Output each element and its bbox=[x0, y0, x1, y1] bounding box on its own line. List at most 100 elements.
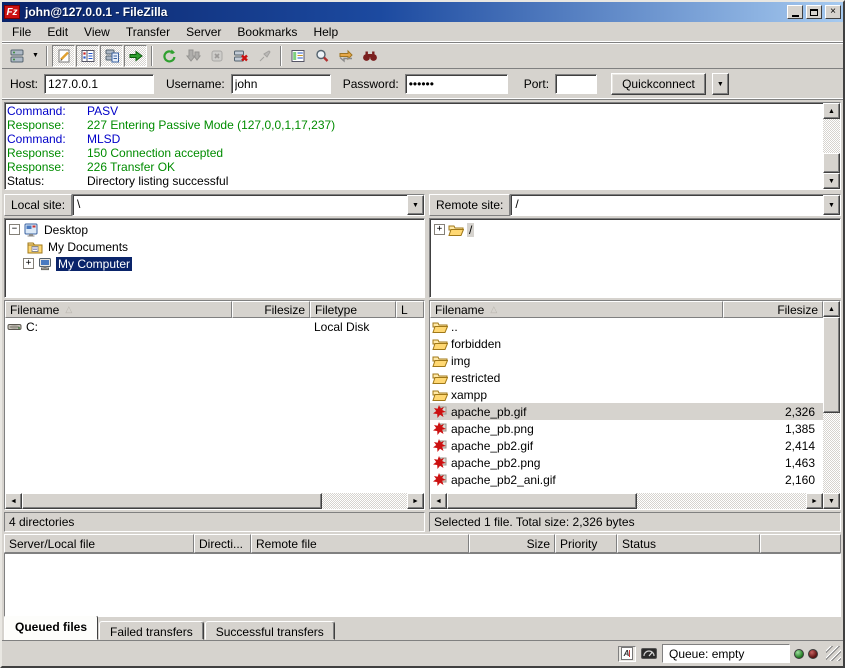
column-header-last-modified[interactable]: L bbox=[396, 301, 424, 318]
port-input[interactable] bbox=[555, 74, 597, 94]
tree-item-my-documents[interactable]: My Documents bbox=[5, 238, 424, 255]
remote-directory-tree[interactable]: + / bbox=[429, 218, 841, 298]
menu-help[interactable]: Help bbox=[305, 23, 346, 41]
remote-site-combobox[interactable]: / ▼ bbox=[510, 194, 841, 216]
scrollbar-track[interactable] bbox=[322, 493, 407, 509]
column-header-remote-file[interactable]: Remote file bbox=[251, 534, 469, 553]
remote-vertical-scrollbar[interactable]: ▲ ▼ bbox=[823, 301, 840, 509]
scrollbar-track[interactable] bbox=[823, 119, 840, 153]
remote-file-row[interactable]: apache_pb2.png 1,463 bbox=[430, 454, 823, 471]
resize-grip[interactable] bbox=[826, 646, 841, 661]
menu-file[interactable]: File bbox=[4, 23, 39, 41]
find-files-button[interactable] bbox=[358, 45, 381, 67]
menu-transfer[interactable]: Transfer bbox=[118, 23, 178, 41]
scroll-right-button[interactable]: ► bbox=[407, 493, 424, 509]
menu-bookmarks[interactable]: Bookmarks bbox=[229, 23, 305, 41]
local-horizontal-scrollbar[interactable]: ◄ ► bbox=[5, 493, 424, 509]
scrollbar-track[interactable] bbox=[637, 493, 806, 509]
username-input[interactable] bbox=[231, 74, 331, 94]
menu-view[interactable]: View bbox=[76, 23, 118, 41]
remote-site-dropdown-button[interactable]: ▼ bbox=[823, 195, 840, 215]
title-bar[interactable]: Fz john@127.0.0.1 - FileZilla × bbox=[2, 2, 843, 22]
tree-item-my-computer[interactable]: + My Computer bbox=[5, 255, 424, 272]
local-directory-tree[interactable]: − Desktop My Documents + My Computer bbox=[4, 218, 425, 298]
column-header-filename[interactable]: Filename △ bbox=[5, 301, 232, 318]
password-input[interactable] bbox=[405, 74, 508, 94]
expand-icon[interactable]: + bbox=[434, 224, 445, 235]
scroll-left-button[interactable]: ◄ bbox=[5, 493, 22, 509]
scroll-left-button[interactable]: ◄ bbox=[430, 493, 447, 509]
minimize-button[interactable] bbox=[787, 5, 803, 19]
remote-horizontal-scrollbar[interactable]: ◄ ► bbox=[430, 493, 823, 509]
local-site-value[interactable]: \ bbox=[73, 195, 407, 215]
column-header-filename[interactable]: Filename △ bbox=[430, 301, 723, 318]
process-queue-button[interactable] bbox=[181, 45, 204, 67]
column-header-direction[interactable]: Directi... bbox=[194, 534, 251, 553]
toggle-message-log-button[interactable] bbox=[52, 45, 75, 67]
column-header-size[interactable]: Size bbox=[469, 534, 555, 553]
tree-item-label[interactable]: My Documents bbox=[46, 240, 130, 254]
cancel-operation-button[interactable] bbox=[205, 45, 228, 67]
tree-item-desktop[interactable]: − Desktop bbox=[5, 221, 424, 238]
refresh-button[interactable] bbox=[157, 45, 180, 67]
tree-item-label-selected[interactable]: My Computer bbox=[56, 257, 132, 271]
tab-failed-transfers[interactable]: Failed transfers bbox=[99, 621, 204, 640]
maximize-button[interactable] bbox=[806, 5, 822, 19]
remote-file-row[interactable]: apache_pb2_ani.gif 2,160 bbox=[430, 471, 823, 488]
toggle-transfer-queue-button[interactable] bbox=[124, 45, 147, 67]
column-header-filesize[interactable]: Filesize bbox=[232, 301, 310, 318]
tree-item-label[interactable]: / bbox=[467, 223, 474, 237]
remote-file-row[interactable]: img bbox=[430, 352, 823, 369]
message-log-body[interactable]: Command:PASV Response:227 Entering Passi… bbox=[5, 103, 823, 189]
remote-file-row[interactable]: .. bbox=[430, 318, 823, 335]
local-site-combobox[interactable]: \ ▼ bbox=[72, 194, 425, 216]
toggle-remote-treeview-button[interactable] bbox=[100, 45, 123, 67]
toggle-local-treeview-button[interactable] bbox=[76, 45, 99, 67]
scrollbar-thumb[interactable] bbox=[823, 153, 840, 173]
scrollbar-thumb[interactable] bbox=[823, 317, 840, 413]
site-manager-dropdown-button[interactable]: ▼ bbox=[29, 45, 42, 67]
local-list-body[interactable]: C: Local Disk bbox=[5, 318, 424, 493]
tree-item-root[interactable]: + / bbox=[430, 221, 840, 238]
remote-file-row-selected[interactable]: apache_pb.gif 2,326 bbox=[430, 403, 823, 420]
menu-edit[interactable]: Edit bbox=[39, 23, 76, 41]
remote-site-value[interactable]: / bbox=[511, 195, 823, 215]
remote-file-row[interactable]: apache_pb2.gif 2,414 bbox=[430, 437, 823, 454]
tab-successful-transfers[interactable]: Successful transfers bbox=[205, 621, 335, 640]
column-header-filetype[interactable]: Filetype bbox=[310, 301, 396, 318]
directory-listing-filters-button[interactable] bbox=[286, 45, 309, 67]
local-site-dropdown-button[interactable]: ▼ bbox=[407, 195, 424, 215]
scrollbar-thumb[interactable] bbox=[22, 493, 322, 509]
remote-file-row[interactable]: xampp bbox=[430, 386, 823, 403]
expand-icon[interactable]: + bbox=[23, 258, 34, 269]
log-vertical-scrollbar[interactable]: ▲ ▼ bbox=[823, 103, 840, 189]
tab-queued-files[interactable]: Queued files bbox=[4, 615, 98, 640]
column-header-filesize[interactable]: Filesize bbox=[723, 301, 823, 318]
column-header-status[interactable]: Status bbox=[617, 534, 760, 553]
collapse-icon[interactable]: − bbox=[9, 224, 20, 235]
disconnect-button[interactable] bbox=[229, 45, 252, 67]
remote-list-body[interactable]: .. forbidden img bbox=[430, 318, 823, 493]
scrollbar-thumb[interactable] bbox=[447, 493, 637, 509]
quickconnect-button[interactable]: Quickconnect bbox=[611, 73, 706, 95]
close-button[interactable]: × bbox=[825, 5, 841, 19]
site-manager-button[interactable] bbox=[5, 45, 28, 67]
menu-server[interactable]: Server bbox=[178, 23, 229, 41]
transfer-queue-body[interactable] bbox=[4, 553, 841, 617]
scroll-right-button[interactable]: ► bbox=[806, 493, 823, 509]
remote-file-row[interactable]: apache_pb.png 1,385 bbox=[430, 420, 823, 437]
quickconnect-dropdown-button[interactable]: ▼ bbox=[712, 73, 729, 95]
reconnect-button[interactable] bbox=[253, 45, 276, 67]
local-file-row[interactable]: C: Local Disk bbox=[5, 318, 424, 335]
remote-file-row[interactable]: restricted bbox=[430, 369, 823, 386]
column-header-server-local-file[interactable]: Server/Local file bbox=[4, 534, 194, 553]
speed-limit-indicator[interactable] bbox=[640, 646, 658, 662]
tree-item-label[interactable]: Desktop bbox=[42, 223, 90, 237]
directory-comparison-button[interactable] bbox=[310, 45, 333, 67]
scroll-up-button[interactable]: ▲ bbox=[823, 301, 840, 317]
scroll-down-button[interactable]: ▼ bbox=[823, 173, 840, 189]
host-input[interactable] bbox=[44, 74, 154, 94]
scroll-down-button[interactable]: ▼ bbox=[823, 493, 840, 509]
scroll-up-button[interactable]: ▲ bbox=[823, 103, 840, 119]
remote-file-row[interactable]: forbidden bbox=[430, 335, 823, 352]
